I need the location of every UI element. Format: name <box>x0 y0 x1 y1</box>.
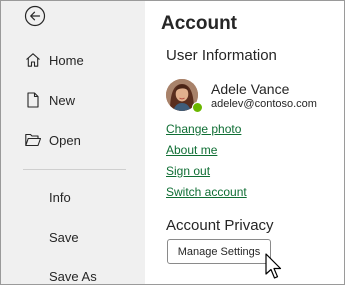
change-photo-link[interactable]: Change photo <box>166 122 241 136</box>
sidebar-divider <box>23 169 126 170</box>
account-panel: Account User Information Adele Vance ade… <box>146 1 344 284</box>
sidebar-item-label: Home <box>49 52 84 68</box>
sidebar-item-home[interactable]: Home <box>1 47 145 73</box>
manage-settings-button[interactable]: Manage Settings <box>167 239 271 264</box>
user-email: adelev@contoso.com <box>211 98 317 110</box>
sidebar-item-save-as[interactable]: Save As <box>1 263 145 289</box>
back-arrow-icon[interactable] <box>24 5 46 27</box>
open-folder-icon <box>25 133 42 147</box>
sidebar-item-label: New <box>49 92 76 108</box>
mouse-pointer-icon <box>265 253 282 279</box>
about-me-link[interactable]: About me <box>166 143 217 157</box>
page-title: Account <box>161 13 237 34</box>
sidebar-item-new[interactable]: New <box>1 87 145 113</box>
sidebar-item-label: Open <box>49 132 81 148</box>
sidebar-item-label: Save As <box>49 268 97 284</box>
switch-account-link[interactable]: Switch account <box>166 185 247 199</box>
new-document-icon <box>27 92 39 108</box>
sidebar-item-save[interactable]: Save <box>1 224 145 250</box>
sidebar-item-label: Info <box>49 189 71 205</box>
sign-out-link[interactable]: Sign out <box>166 164 210 178</box>
user-name: Adele Vance <box>211 81 290 97</box>
sidebar-item-open[interactable]: Open <box>1 127 145 153</box>
user-information-heading: User Information <box>166 47 277 64</box>
home-icon <box>26 53 40 67</box>
sidebar-item-info[interactable]: Info <box>1 184 145 210</box>
account-privacy-heading: Account Privacy <box>166 217 274 234</box>
presence-status-badge <box>192 102 203 113</box>
sidebar-item-label: Save <box>49 229 79 245</box>
backstage-sidebar: Home New Open Info Save Save As <box>1 1 145 284</box>
